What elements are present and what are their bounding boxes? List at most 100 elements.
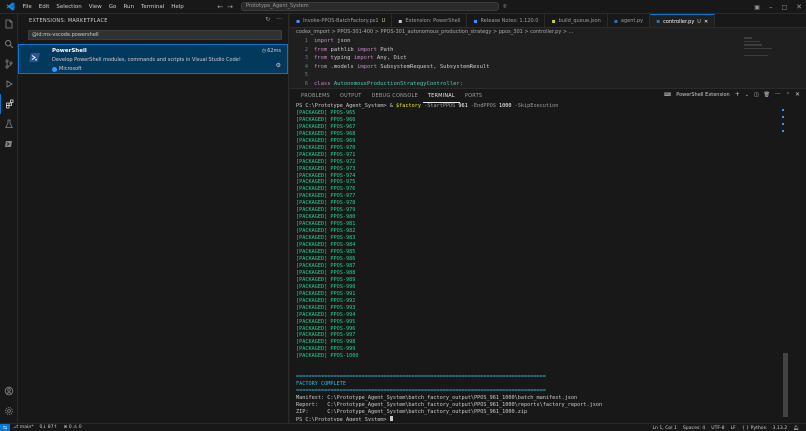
minimap[interactable]: [744, 37, 776, 77]
editor-tab[interactable]: ▪ Invoke-PPOS-BatchFactory.ps1 U: [290, 14, 393, 27]
menu-item-edit[interactable]: Edit: [35, 0, 53, 14]
sync-status[interactable]: 0↓ 87↑: [37, 425, 61, 430]
testing-icon[interactable]: [0, 114, 18, 134]
minimize-icon[interactable]: –: [769, 3, 773, 11]
close-panel-icon[interactable]: ✕: [795, 91, 800, 98]
language-mode[interactable]: { } Python: [739, 426, 770, 431]
terminal-scrollbar[interactable]: [783, 353, 788, 417]
terminal-instance-label[interactable]: PowerShell Extension: [676, 92, 729, 98]
packaged-id: PPOS-993: [330, 304, 356, 311]
packaged-tag: [PACKAGED]: [296, 297, 328, 304]
maximize-panel-icon[interactable]: ⌃: [786, 92, 790, 98]
packaged-tag: [PACKAGED]: [296, 325, 328, 332]
menu-item-terminal[interactable]: Terminal: [137, 0, 167, 14]
tab-debug-console[interactable]: DEBUG CONSOLE: [366, 89, 422, 103]
source-control-icon[interactable]: [0, 54, 18, 74]
menu-item-view[interactable]: View: [85, 0, 105, 14]
packaged-tag: [PACKAGED]: [296, 151, 328, 158]
tab-ports[interactable]: PORTS: [460, 89, 487, 103]
editor-tab[interactable]: ▪ agent.py: [608, 14, 651, 27]
command-center-search[interactable]: Prototype_Agent_System: [241, 2, 500, 11]
remote-indicator-icon[interactable]: ⇆: [0, 423, 10, 431]
tab-close-icon[interactable]: ✕: [704, 19, 708, 25]
packaged-id: PPOS-978: [330, 200, 356, 207]
breadcrumb[interactable]: codex_import > PPOS-301-400 > PPOS-301_a…: [290, 28, 806, 37]
packaged-tag: [PACKAGED]: [296, 311, 328, 318]
editor-tab[interactable]: ▪ Release Notes: 1.120.0: [467, 14, 546, 27]
tab-label: build_queue.json: [558, 18, 601, 24]
editor-area: ▪ Invoke-PPOS-BatchFactory.ps1 U ▪ Extension…: [290, 14, 806, 88]
menu-item-selection[interactable]: Selection: [53, 0, 85, 14]
editor-tab[interactable]: ▪ build_queue.json: [545, 14, 608, 27]
editor-tab[interactable]: ▪ Extension: PowerShell: [392, 14, 468, 27]
cursor-position[interactable]: Ln 1, Col 1: [649, 426, 679, 431]
layout-icon[interactable]: ▣: [754, 4, 760, 11]
terminal-overview-ruler: [782, 109, 784, 137]
encoding[interactable]: UTF-8: [708, 426, 727, 431]
factory-complete-line: FACTORY COMPLETE: [296, 381, 774, 388]
problems-status[interactable]: ⊗ 0 ⚠ 0: [60, 425, 84, 430]
packaged-tag: [PACKAGED]: [296, 290, 328, 297]
search-icon[interactable]: [0, 34, 18, 54]
copilot-icon[interactable]: ⌾: [503, 3, 507, 11]
new-terminal-icon[interactable]: +: [735, 91, 740, 98]
close-icon[interactable]: ✕: [796, 3, 802, 11]
split-terminal-icon[interactable]: ◫: [754, 92, 759, 98]
tab-terminal[interactable]: TERMINAL: [422, 90, 460, 103]
packaged-line: [PACKAGED] PPOS-971: [296, 152, 774, 159]
more-actions-icon[interactable]: ···: [276, 16, 282, 23]
maximize-icon[interactable]: □: [781, 4, 787, 11]
code-editor[interactable]: 1 import json 2 from pathlib import Path 3 fr…: [290, 37, 806, 88]
end-of-line[interactable]: LF: [728, 426, 739, 431]
back-arrow-icon[interactable]: ←: [217, 3, 223, 11]
packaged-id: PPOS-971: [330, 151, 356, 158]
run-debug-icon[interactable]: [0, 74, 18, 94]
bottom-panel: PROBLEMS OUTPUT DEBUG CONSOLE TERMINAL PORTS…: [290, 88, 806, 423]
file-type-icon: ▪: [613, 17, 618, 25]
packaged-id: PPOS-973: [330, 165, 356, 172]
extension-publisher[interactable]: Microsoft: [59, 66, 82, 72]
packaged-line: [PACKAGED] PPOS-992: [296, 298, 774, 305]
packaged-tag: [PACKAGED]: [296, 318, 328, 325]
factory-complete-title: FACTORY COMPLETE: [296, 381, 346, 388]
notifications-bell-icon[interactable]: 🔔︎: [790, 426, 802, 431]
branch-status[interactable]: ⎇ main*: [10, 425, 37, 430]
packaged-id: PPOS-1000: [330, 353, 359, 360]
settings-gear-icon[interactable]: [0, 401, 18, 421]
extension-publisher-row: Microsoft: [52, 66, 82, 72]
dropdown-chevron-icon[interactable]: ⌄: [745, 92, 749, 98]
packaged-tag: [PACKAGED]: [296, 158, 328, 165]
extension-manage-gear-icon[interactable]: ⚙: [276, 62, 281, 69]
packaged-id: PPOS-983: [330, 235, 356, 242]
menu-item-run[interactable]: Run: [120, 0, 138, 14]
separator-line: ========================================…: [296, 388, 774, 395]
extensions-icon[interactable]: [0, 94, 18, 114]
powershell-icon[interactable]: [0, 134, 18, 154]
refresh-icon[interactable]: ↻: [265, 16, 270, 23]
terminal-output[interactable]: PS C:\Prototype_Agent_System> & $factory…: [296, 103, 774, 421]
packaged-line: [PACKAGED] PPOS-984: [296, 242, 774, 249]
tab-output[interactable]: OUTPUT: [335, 89, 367, 103]
explorer-icon[interactable]: [0, 14, 18, 34]
separator: ========================================…: [296, 388, 546, 395]
editor-tab[interactable]: ▪ controller.py U ✕: [650, 14, 716, 27]
menu-item-file[interactable]: File: [19, 0, 35, 14]
packaged-line: [PACKAGED] PPOS-1000: [296, 353, 774, 360]
extension-search-input[interactable]: @id:ms-vscode.powershell: [28, 30, 282, 40]
code-token: SubsystemRequest, SubsystemResult: [376, 63, 490, 70]
activity-bar-bottom: [0, 381, 18, 421]
packaged-line: [PACKAGED] PPOS-990: [296, 284, 774, 291]
result-path: C:\Prototype_Agent_System\batch_factory_…: [327, 395, 578, 402]
python-version[interactable]: 3.13.2: [770, 426, 791, 431]
extension-list-item[interactable]: PowerShell Develop PowerShell modules, c…: [18, 44, 288, 74]
menu-item-go[interactable]: Go: [105, 0, 120, 14]
forward-arrow-icon[interactable]: →: [227, 3, 233, 11]
menu-item-help[interactable]: Help: [168, 0, 188, 14]
indentation[interactable]: Spaces: 4: [680, 426, 708, 431]
tab-problems[interactable]: PROBLEMS: [296, 89, 335, 103]
more-actions-icon[interactable]: ···: [775, 91, 781, 98]
account-icon[interactable]: [0, 381, 18, 401]
code-line: 3 from typing import Any, Dict: [290, 54, 806, 63]
trash-icon[interactable]: 🗑: [764, 92, 770, 98]
